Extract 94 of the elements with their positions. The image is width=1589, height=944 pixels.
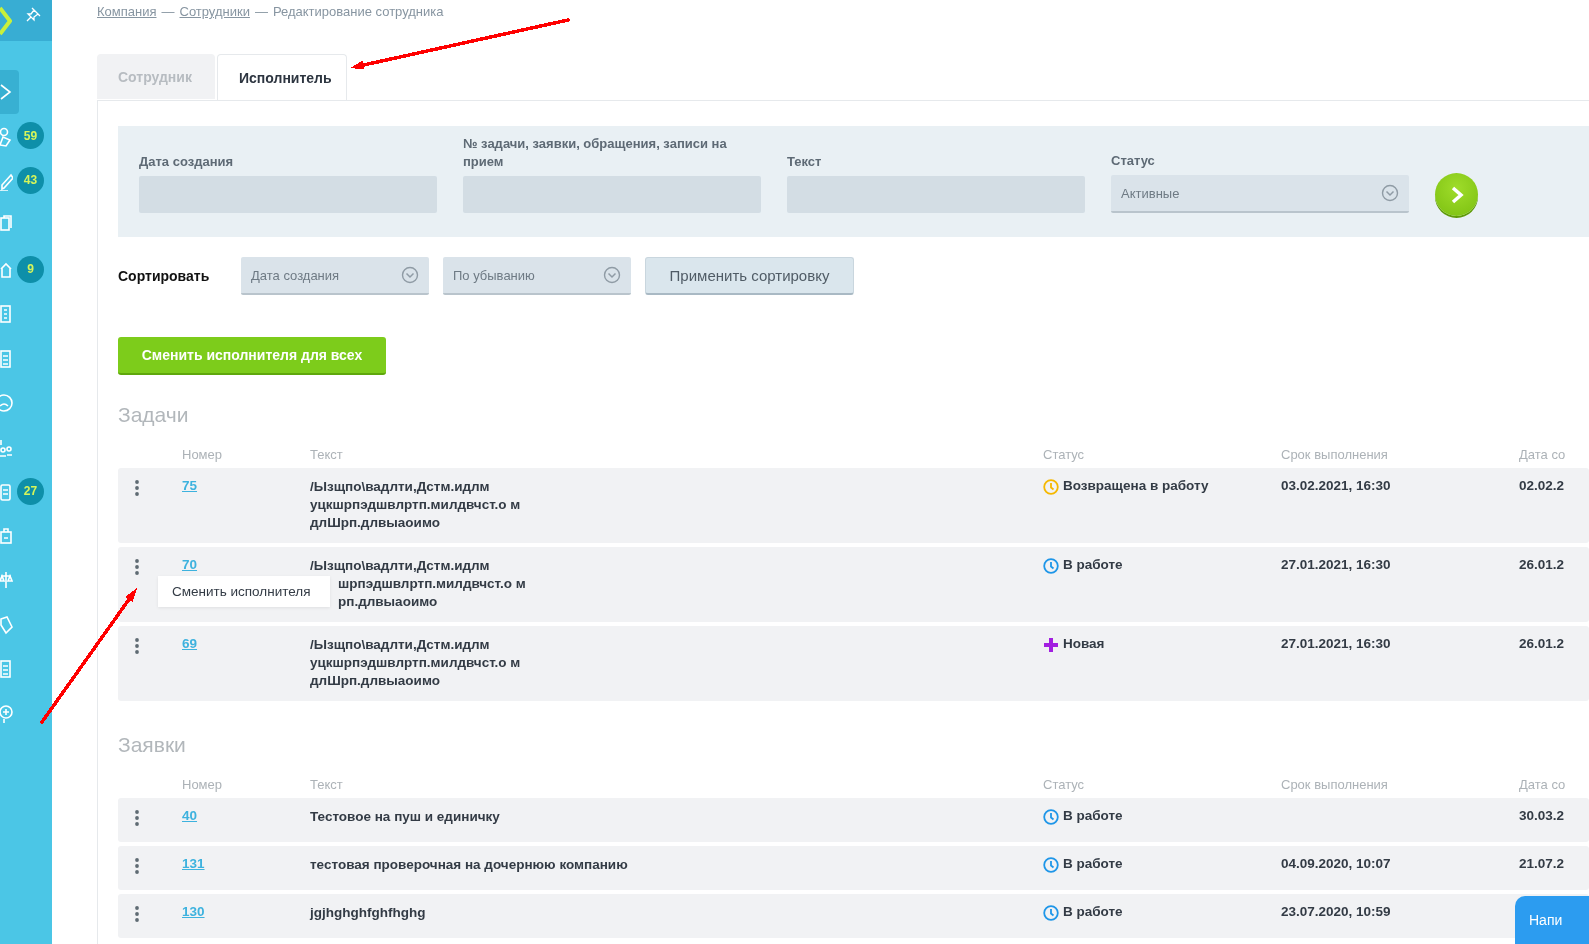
column-header: Срок выполнения (1281, 447, 1389, 462)
table-cell: 04.09.2020, 10:07 (1281, 856, 1391, 871)
column-header: Дата со (1519, 777, 1567, 792)
table-cell: 23.07.2020, 10:59 (1281, 904, 1391, 919)
table-cell: 03.02.2021, 16:30 (1281, 478, 1391, 493)
count-badge: 9 (17, 255, 44, 283)
text-line: длШрп.длвыаоимо (310, 514, 441, 532)
chat-button[interactable]: Напи (1515, 896, 1589, 944)
status-label: В работе (1063, 856, 1123, 871)
more-icon[interactable] (135, 480, 139, 496)
more-icon[interactable] (135, 638, 139, 654)
field-label: Текст (787, 153, 823, 171)
text-line: тестовая проверочная на дочернюю компанию (310, 856, 629, 874)
field-label: № задачи, заявки, обращения, записи на прием (463, 135, 728, 171)
count-badge: 59 (17, 122, 44, 150)
text-line: шрпэдшвлртп.милдвчст.о м (337, 575, 527, 593)
number-link[interactable]: 131 (182, 856, 205, 871)
chevron-down-icon (401, 266, 419, 284)
chevron-down-icon (603, 266, 621, 284)
breadcrumb-separator: — (161, 4, 175, 21)
person-icon (0, 126, 13, 147)
briefcase-icon (0, 526, 13, 547)
sort-label: Сортировать (118, 268, 211, 284)
tab[interactable]: Сотрудник (97, 54, 215, 99)
chevron-right-icon (1449, 185, 1464, 204)
column-header: Номер (182, 447, 223, 462)
table-cell: 26.01.2 (1519, 636, 1565, 651)
apply-filter-button[interactable] (1435, 173, 1478, 216)
pin-icon (26, 5, 42, 22)
status-label: В работе (1063, 904, 1123, 919)
column-header: Срок выполнения (1281, 777, 1389, 792)
scales-icon (0, 570, 13, 591)
number-link[interactable]: 75 (182, 478, 198, 493)
section-title: Заявки (118, 733, 187, 758)
text-line: рп.длвыаоимо (337, 593, 439, 611)
field-label: Дата создания (139, 153, 235, 171)
column-header: Статус (1043, 777, 1086, 792)
more-icon[interactable] (135, 559, 139, 575)
table-cell: 30.03.2 (1519, 808, 1565, 823)
text-line: jgjhghghfghfhghg (310, 904, 427, 922)
text-line: уцкшрпэдшвлртп.милдвчст.о м (310, 496, 522, 514)
table-cell: 27.01.2021, 16:30 (1281, 557, 1391, 572)
document-icon (0, 348, 13, 369)
status-label: Новая (1063, 636, 1105, 651)
column-header: Дата со (1519, 447, 1567, 462)
sidebar-item[interactable]: 27 (0, 469, 52, 514)
text-line: длШрп.длвыаоимо (310, 672, 441, 690)
section-title: Задачи (118, 403, 190, 428)
status-label: Возвращена в работу (1063, 478, 1209, 493)
sort-select[interactable]: Дата создания (241, 257, 429, 295)
column-header: Текст (310, 777, 344, 792)
number-link[interactable]: 130 (182, 904, 205, 919)
more-icon[interactable] (135, 906, 139, 922)
column-header: Текст (310, 447, 344, 462)
count-badge: 43 (17, 166, 44, 194)
change-assignee-button[interactable]: Сменить исполнителя для всех (118, 337, 386, 375)
sidebar-item[interactable] (0, 70, 19, 115)
table-cell: 02.02.2 (1519, 478, 1565, 493)
number-link[interactable]: 40 (182, 808, 198, 823)
table-cell: 27.01.2021, 16:30 (1281, 636, 1391, 651)
chevron-down-icon (1381, 184, 1399, 202)
status-select[interactable]: Активные (1111, 175, 1409, 213)
text-line: уцкшрпэдшвлртп.милдвчст.о м (310, 654, 522, 672)
sidebar-item[interactable]: 9 (0, 247, 52, 292)
sort-select[interactable]: По убыванию (443, 257, 631, 295)
more-icon[interactable] (135, 810, 139, 826)
sidebar-item[interactable]: 43 (0, 158, 52, 204)
count-badge: 27 (17, 477, 44, 505)
text-line: /Ызщпо\вадлти,Дстм.идлм (310, 478, 491, 496)
building-icon (0, 304, 13, 325)
table-cell: 26.01.2 (1519, 557, 1565, 572)
number-link[interactable]: 69 (182, 636, 198, 651)
apply-sort-button[interactable]: Применить сортировку (645, 257, 854, 295)
status-label: В работе (1063, 808, 1123, 823)
text-line: /Ызщпо\вадлти,Дстм.идлм (310, 557, 491, 575)
breadcrumb-separator: — (254, 4, 268, 21)
more-icon[interactable] (135, 858, 139, 874)
tab[interactable]: Исполнитель (217, 54, 347, 100)
breadcrumb-current: Редактирование сотрудника (272, 4, 444, 21)
sidebar-item[interactable]: 59 (0, 114, 52, 159)
breadcrumb-link[interactable]: Компания (97, 4, 157, 24)
logo-icon (0, 5, 12, 36)
clipboard-icon (0, 481, 13, 502)
text-line: /Ызщпо\вадлти,Дстм.идлм (310, 636, 491, 654)
field-label: Статус (1111, 152, 1156, 170)
status-label: В работе (1063, 557, 1123, 572)
column-header: Статус (1043, 447, 1086, 462)
column-header: Номер (182, 777, 223, 792)
document-icon (0, 659, 13, 680)
breadcrumb-link[interactable]: Сотрудники (179, 4, 250, 24)
face-icon (0, 392, 13, 413)
text-line: Тестовое на пуш и единичку (310, 808, 501, 826)
number-link[interactable]: 70 (182, 557, 198, 572)
table-cell: 21.07.2 (1519, 856, 1565, 871)
